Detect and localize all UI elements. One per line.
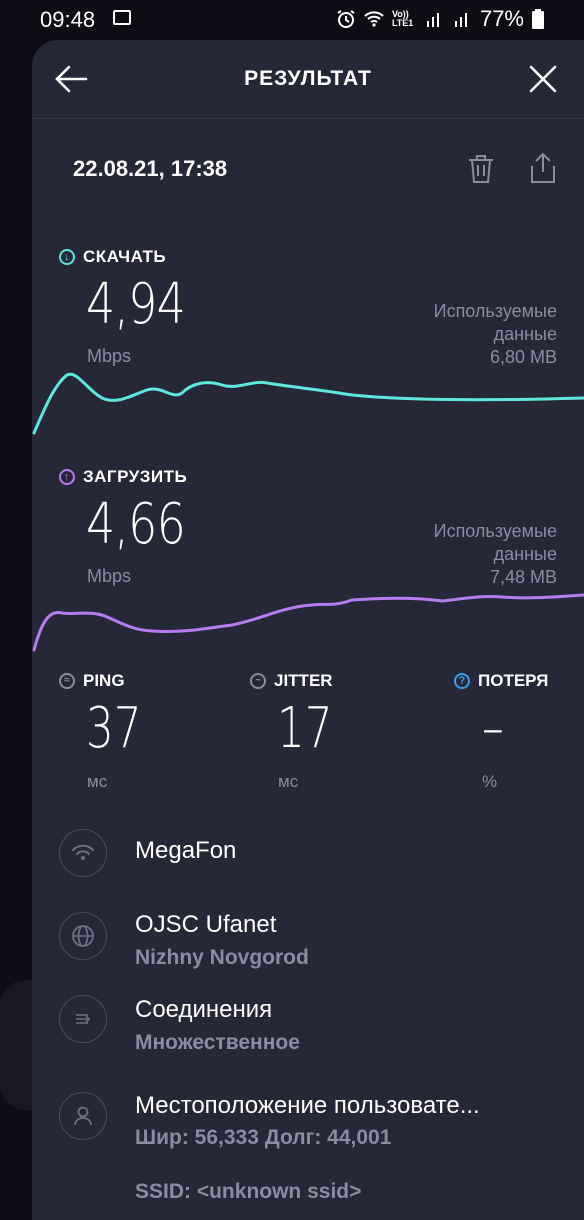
download-label-row: ↓ СКАЧАТЬ [59,247,166,267]
ping-unit: мс [87,772,108,791]
download-unit: Mbps [87,346,132,366]
share-icon[interactable] [529,152,557,184]
jitter-unit: мс [278,772,299,791]
download-used-label-2: данные [493,324,557,344]
battery-percent: 77% [479,6,524,31]
user-icon [59,1092,107,1140]
upload-value: 4,66 [86,492,186,557]
alarm-icon [337,10,355,28]
ssid-text: SSID: <unknown ssid> [135,1180,362,1203]
upload-used-data: Используемые данные 7,48 MB [434,520,557,589]
loss-label: ПОТЕРЯ [478,671,549,690]
network-name: MegaFon [135,837,237,864]
upload-arrow-icon: ↑ [59,469,75,485]
loss-value: – [482,696,504,761]
result-panel: РЕЗУЛЬТАТ 22.08.21, 17:38 ↓ СКАЧАТЬ 4,94… [32,40,584,1220]
download-arrow-icon: ↓ [59,249,75,265]
wifi-icon [364,11,384,27]
upload-unit: Mbps [87,566,132,586]
provider-location: Nizhny Novgorod [135,946,309,969]
location-coords: Шир: 56,333 Долг: 44,001 [135,1126,392,1149]
battery-icon [532,9,544,29]
provider-name: OJSC Ufanet [135,911,277,938]
header: РЕЗУЛЬТАТ [32,40,584,119]
upload-used-label-1: Используемые [433,521,557,541]
image-notification-icon [113,10,131,25]
globe-icon [59,912,107,960]
wifi-icon [59,829,107,877]
page-title: РЕЗУЛЬТАТ [244,67,372,90]
download-label: СКАЧАТЬ [83,247,167,266]
connections-icon [59,995,107,1043]
volte-indicator: Vo)) LTE1 [391,9,414,28]
upload-label: ЗАГРУЗИТЬ [83,467,188,486]
trash-icon[interactable] [467,154,495,184]
ping-label: PING [83,671,125,690]
download-speed-graph [32,372,584,435]
status-icons: Vo)) LTE1 77% [336,6,544,32]
location-title: Местоположение пользовате... [135,1092,480,1119]
ping-label-row: ≈ PING [59,671,125,691]
signal-icon-2 [454,13,467,27]
ping-icon: ≈ [59,673,75,689]
loss-unit: % [482,772,498,791]
connections-value: Множественное [135,1031,300,1054]
download-used-label-1: Используемые [433,301,557,321]
result-date: 22.08.21, 17:38 [73,156,228,181]
jitter-label: JITTER [274,671,333,690]
download-used-data: Используемые данные 6,80 MB [434,300,557,369]
ping-value: 37 [86,696,142,761]
signal-icon [426,13,439,27]
jitter-icon: ~ [250,673,266,689]
download-value: 4,94 [86,272,186,337]
upload-used-label-2: данные [493,544,557,564]
jitter-value: 17 [277,696,333,761]
status-bar: 09:48 Vo)) LTE1 77% [0,0,584,40]
upload-speed-graph [32,593,584,652]
close-icon[interactable] [528,64,558,94]
status-time: 09:48 [40,7,96,32]
connections-title: Соединения [135,996,273,1023]
upload-label-row: ↑ ЗАГРУЗИТЬ [59,467,187,487]
loss-label-row: ? ПОТЕРЯ [454,671,548,691]
jitter-label-row: ~ JITTER [250,671,333,691]
help-icon[interactable]: ? [454,673,470,689]
